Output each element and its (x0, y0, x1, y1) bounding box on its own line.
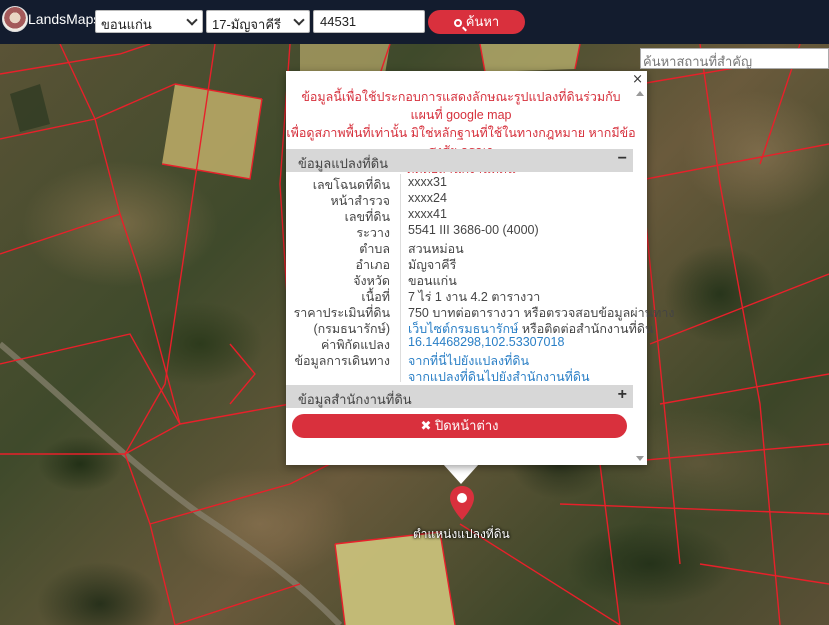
department-logo-icon (2, 6, 28, 32)
table-row: อำเภอ มัญจาคีรี (286, 254, 633, 272)
tree-patch (10, 84, 50, 132)
table-row: จากแปลงที่ดินไปยังสำนักงานที่ดิน (286, 366, 633, 384)
land-office-section-header[interactable]: ข้อมูลสำนักงานที่ดิน + (286, 385, 633, 408)
chevron-down-icon (293, 14, 305, 26)
table-row: จังหวัด ขอนแก่น (286, 270, 633, 288)
notice-line: ข้อมูลนี้เพื่อใช้ประกอบการแสดงลักษณะรูปแ… (301, 90, 621, 122)
chevron-down-icon (186, 14, 198, 26)
district-select-value: 17-มัญจาคีรี (212, 17, 282, 32)
collapse-icon[interactable]: − (618, 150, 627, 168)
parcel-number-value: 44531 (320, 14, 357, 29)
row-value: xxxx31 (408, 175, 447, 189)
pond (162, 84, 262, 179)
section-title: ข้อมูลสำนักงานที่ดิน (298, 392, 412, 407)
table-row: ราคาประเมินที่ดิน 750 บาทต่อตารางวา หรือต… (286, 302, 675, 320)
pond (335, 532, 455, 625)
map-marker-icon[interactable] (449, 485, 475, 521)
place-search-placeholder: ค้นหาสถานที่สำคัญ (643, 54, 753, 69)
pond (300, 44, 390, 74)
parcel-info-popup: × ข้อมูลนี้เพื่อใช้ประกอบการแสดงลักษณะรู… (286, 71, 675, 465)
province-select[interactable]: ขอนแก่น (95, 10, 203, 33)
section-title: ข้อมูลแปลงที่ดิน (298, 156, 389, 171)
row-value: xxxx41 (408, 207, 447, 221)
brand-name[interactable]: LandsMaps (28, 11, 100, 27)
close-window-button[interactable]: ✖ ปิดหน้าต่าง (292, 414, 627, 438)
table-row: หน้าสำรวจ xxxx24 (286, 190, 633, 208)
table-row: เลขโฉนดที่ดิน xxxx31 (286, 174, 633, 192)
table-row: ตำบล สวนหม่อน (286, 238, 633, 256)
coordinates-link[interactable]: 16.14468298,102.53307018 (408, 335, 564, 349)
district-select[interactable]: 17-มัญจาคีรี (206, 10, 310, 33)
pond (480, 44, 580, 72)
marker-label: ตำแหน่งแปลงที่ดิน (413, 527, 510, 541)
search-button-label: ค้นหา (465, 14, 500, 29)
place-search-input[interactable]: ค้นหาสถานที่สำคัญ (640, 48, 829, 69)
parcel-info-section-header[interactable]: ข้อมูลแปลงที่ดิน − (286, 149, 633, 172)
parcel-info-table: เลขโฉนดที่ดิน xxxx31 หน้าสำรวจ xxxx24 เลขท… (286, 174, 675, 384)
row-value: 5541 III 3686-00 (4000) (408, 223, 539, 237)
top-navbar: LandsMaps ขอนแก่น 17-มัญจาคีรี 44531 ค้น… (0, 0, 829, 44)
table-row: (กรมธนารักษ์) เว็บไซต์กรมธนารักษ์ หรือติด… (286, 318, 653, 336)
parcel-number-input[interactable]: 44531 (313, 10, 425, 33)
popup-tail (443, 464, 479, 484)
scroll-up-arrow[interactable] (636, 91, 644, 96)
table-row: ค่าพิกัดแปลง 16.14468298,102.53307018 (286, 334, 633, 352)
row-value: xxxx24 (408, 191, 447, 205)
expand-icon[interactable]: + (618, 386, 627, 404)
table-row: ระวาง 5541 III 3686-00 (4000) (286, 222, 633, 240)
close-window-label: ปิดหน้าต่าง (434, 418, 499, 433)
table-row: เลขที่ดิน xxxx41 (286, 206, 633, 224)
close-icon: ✖ (420, 418, 432, 433)
province-select-value: ขอนแก่น (101, 17, 152, 32)
search-icon (453, 19, 462, 27)
search-button[interactable]: ค้นหา (428, 10, 525, 34)
scroll-down-arrow[interactable] (636, 456, 644, 461)
table-row: เนื้อที่ 7 ไร่ 1 งาน 4.2 ตารางวา (286, 286, 633, 304)
close-icon[interactable]: × (632, 72, 643, 87)
directions-to-office-link[interactable]: จากแปลงที่ดินไปยังสำนักงานที่ดิน (408, 367, 590, 387)
table-row: ข้อมูลการเดินทาง จากที่นี่ไปยังแปลงที่ดิน (286, 350, 633, 368)
